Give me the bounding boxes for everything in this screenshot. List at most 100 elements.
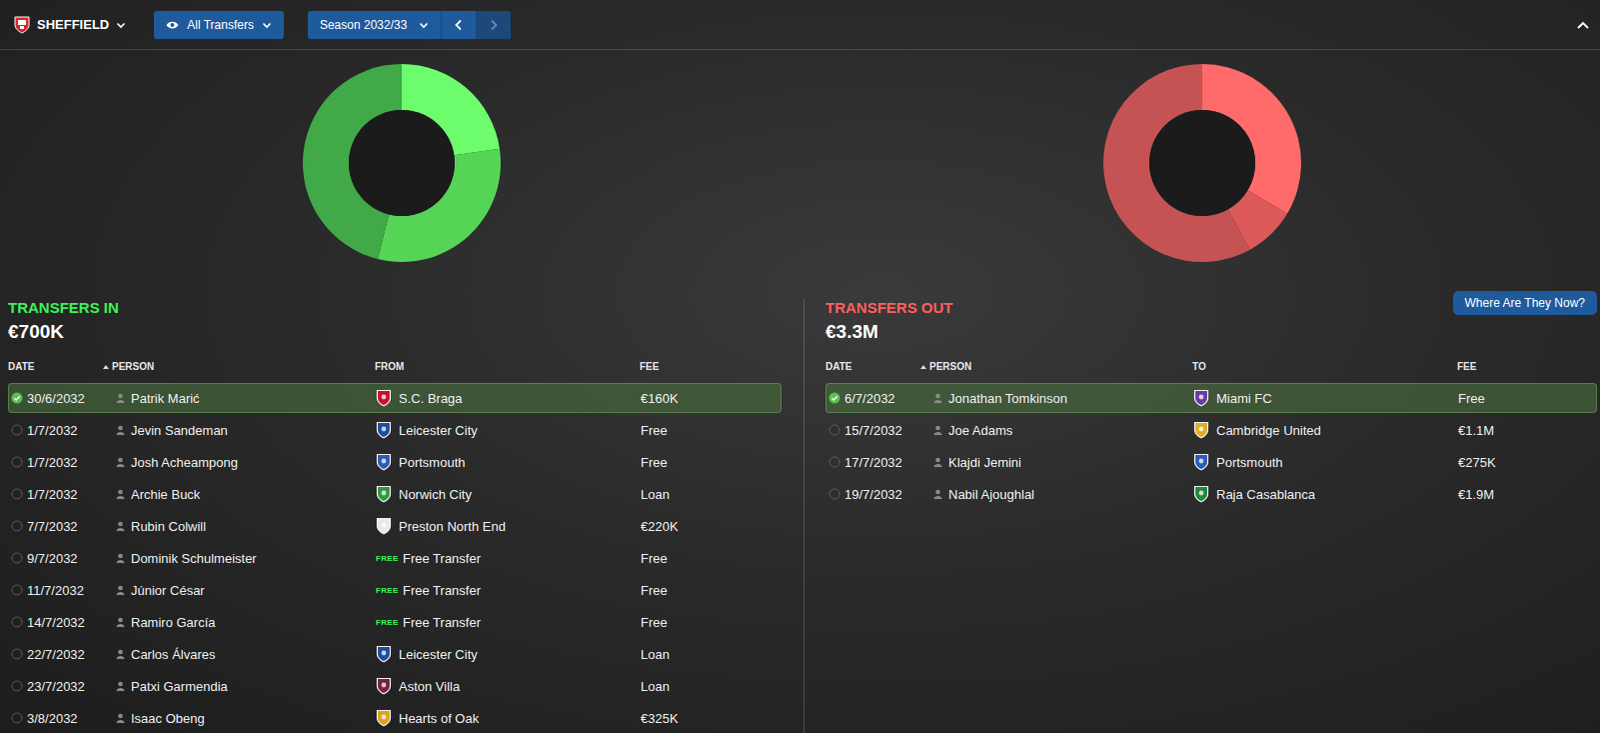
column-header[interactable]: PERSON <box>920 356 1193 377</box>
person-cell: Isaac Obeng <box>103 710 376 726</box>
season-selector[interactable]: Season 2032/33 <box>307 10 442 39</box>
transfer-row[interactable]: 3/8/2032Isaac ObengHearts of Oak€325K <box>7 702 782 733</box>
fee-cell: €1.1M <box>1458 422 1597 438</box>
transfer-fee: €275K <box>1458 454 1497 470</box>
player-name[interactable]: Joe Adams <box>948 422 1013 438</box>
club-name[interactable]: Portsmouth <box>1216 454 1283 470</box>
player-name[interactable]: Rubin Colwill <box>130 518 206 534</box>
club-name[interactable]: Aston Villa <box>398 678 460 694</box>
player-name[interactable]: Archie Buck <box>130 486 200 502</box>
empty-circle-icon[interactable] <box>10 711 23 724</box>
empty-circle-icon[interactable] <box>10 679 23 692</box>
empty-circle-icon[interactable] <box>10 615 23 628</box>
player-name[interactable]: Isaac Obeng <box>130 710 205 726</box>
club-badge-icon <box>375 644 392 663</box>
club-cell: Miami FC <box>1193 388 1459 407</box>
empty-circle-icon[interactable] <box>10 519 23 532</box>
empty-circle-icon[interactable] <box>828 455 841 468</box>
transfer-row[interactable]: 19/7/2032Nabil AjoughlalRaja Casablanca€… <box>825 478 1598 509</box>
empty-circle-icon[interactable] <box>828 487 841 500</box>
transfer-row[interactable]: 30/6/2032Patrik MarićS.C. Braga€160K <box>7 382 782 413</box>
club-name[interactable]: Cambridge United <box>1216 422 1322 438</box>
transfer-row[interactable]: 23/7/2032Patxi GarmendiaAston VillaLoan <box>7 670 782 701</box>
club-name[interactable]: Leicester City <box>398 422 478 438</box>
column-header[interactable]: FEE <box>1457 356 1598 377</box>
club-selector[interactable]: SHEFFIELD <box>13 15 126 34</box>
club-name[interactable]: Leicester City <box>398 646 478 662</box>
player-name[interactable]: Nabil Ajoughlal <box>948 486 1035 502</box>
check-circle-icon[interactable] <box>10 391 23 404</box>
column-header[interactable]: DATE <box>825 356 921 377</box>
fee-cell: €1.9M <box>1458 486 1597 502</box>
transfer-row[interactable]: 1/7/2032Jevin SandemanLeicester CityFree <box>7 414 782 445</box>
player-name[interactable]: Dominik Schulmeister <box>130 550 257 566</box>
player-name[interactable]: Patxi Garmendia <box>130 678 228 694</box>
club-name[interactable]: Portsmouth <box>398 454 465 470</box>
club-name[interactable]: Norwich City <box>398 486 472 502</box>
empty-circle-icon[interactable] <box>10 551 23 564</box>
transfer-row[interactable]: 1/7/2032Archie BuckNorwich CityLoan <box>7 478 782 509</box>
chevron-down-icon[interactable] <box>418 19 429 30</box>
person-cell: Dominik Schulmeister <box>103 550 376 566</box>
club-name: SHEFFIELD <box>36 16 109 32</box>
club-name[interactable]: Free Transfer <box>402 550 481 566</box>
collapse-chevron-icon[interactable] <box>1576 19 1591 30</box>
check-circle-icon[interactable] <box>828 391 841 404</box>
transfer-row[interactable]: 7/7/2032Rubin ColwillPreston North End€2… <box>7 510 782 541</box>
transfer-fee: Loan <box>640 486 670 502</box>
empty-circle-icon[interactable] <box>10 487 23 500</box>
fee-cell: Free <box>640 582 781 598</box>
column-header[interactable]: PERSON <box>102 356 375 377</box>
free-tag: FREE <box>375 585 396 595</box>
chevron-left-icon[interactable] <box>453 18 464 31</box>
transfer-row[interactable]: 15/7/2032Joe AdamsCambridge United€1.1M <box>825 414 1598 445</box>
player-name[interactable]: Patrik Marić <box>130 390 200 406</box>
transfer-fee: €220K <box>640 518 679 534</box>
transfer-row[interactable]: 14/7/2032Ramiro GarcíaFREEFree TransferF… <box>7 606 782 637</box>
previous-season-button[interactable] <box>441 10 477 39</box>
club-name[interactable]: Miami FC <box>1216 390 1273 406</box>
empty-circle-icon[interactable] <box>10 583 23 596</box>
player-name[interactable]: Ramiro García <box>130 614 216 630</box>
player-name[interactable]: Júnior César <box>130 582 205 598</box>
where-are-they-now-button[interactable]: Where Are They Now? <box>1453 290 1599 315</box>
club-badge-icon <box>375 516 392 535</box>
transfer-fee: Loan <box>640 646 670 662</box>
empty-circle-icon[interactable] <box>10 423 23 436</box>
club-name[interactable]: Free Transfer <box>402 614 481 630</box>
transfers-in-column: TRANSFERS IN€700KDATEPERSONFROMFEE30/6/2… <box>0 49 804 733</box>
player-name[interactable]: Josh Acheampong <box>130 454 238 470</box>
view-filter-button[interactable]: All Transfers <box>153 10 284 39</box>
chevron-right-icon[interactable] <box>488 18 499 31</box>
person-cell: Júnior César <box>103 582 376 598</box>
column-header[interactable]: FROM <box>374 356 640 377</box>
transfer-row[interactable]: 1/7/2032Josh AcheampongPortsmouthFree <box>7 446 782 477</box>
empty-circle-icon[interactable] <box>10 455 23 468</box>
transfer-row[interactable]: 11/7/2032Júnior CésarFREEFree TransferFr… <box>7 574 782 605</box>
club-name[interactable]: Raja Casablanca <box>1216 486 1316 502</box>
player-name[interactable]: Jevin Sandeman <box>130 422 228 438</box>
next-season-button[interactable] <box>476 10 511 39</box>
transfer-row[interactable]: 22/7/2032Carlos ÁlvaresLeicester CityLoa… <box>7 638 782 669</box>
club-name[interactable]: S.C. Braga <box>398 390 463 406</box>
club-name[interactable]: Preston North End <box>398 518 506 534</box>
club-name[interactable]: Free Transfer <box>402 582 481 598</box>
transfer-fee: Free <box>640 454 668 470</box>
player-name[interactable]: Carlos Álvares <box>130 646 216 662</box>
transfers-section: TRANSFERS OUT€3.3MWhere Are They Now?DAT… <box>803 298 1600 733</box>
column-label: PERSON <box>929 356 972 377</box>
empty-circle-icon[interactable] <box>10 647 23 660</box>
chevron-down-icon[interactable] <box>115 19 126 30</box>
chevron-down-icon[interactable] <box>261 19 272 30</box>
transfer-row[interactable]: 9/7/2032Dominik SchulmeisterFREEFree Tra… <box>7 542 782 573</box>
club-badge-icon <box>375 452 392 471</box>
column-header[interactable]: TO <box>1192 356 1458 377</box>
player-name[interactable]: Jonathan Tomkinson <box>948 390 1068 406</box>
empty-circle-icon[interactable] <box>828 423 841 436</box>
column-header[interactable]: FEE <box>639 356 782 377</box>
column-header[interactable]: DATE <box>7 356 103 377</box>
transfer-row[interactable]: 17/7/2032Klajdi JeminiPortsmouth€275K <box>825 446 1598 477</box>
player-name[interactable]: Klajdi Jemini <box>948 454 1022 470</box>
transfer-row[interactable]: 6/7/2032Jonathan TomkinsonMiami FCFree <box>825 382 1598 413</box>
club-name[interactable]: Hearts of Oak <box>398 710 479 726</box>
